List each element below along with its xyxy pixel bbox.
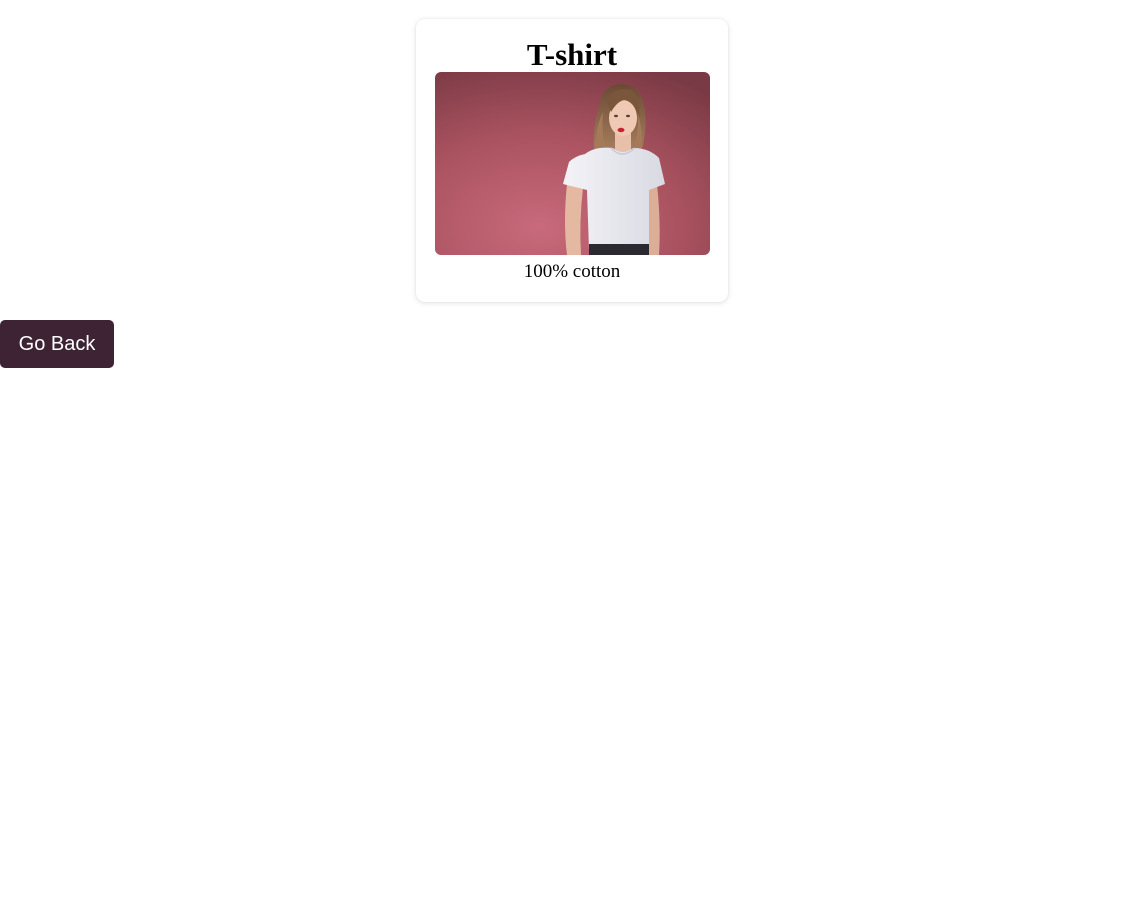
product-description: 100% cotton bbox=[523, 261, 621, 282]
product-card: T-shirt 100% cotton bbox=[416, 19, 728, 302]
product-title: T-shirt bbox=[526, 37, 618, 72]
product-image bbox=[435, 72, 710, 255]
go-back-button[interactable]: Go Back bbox=[0, 320, 114, 368]
